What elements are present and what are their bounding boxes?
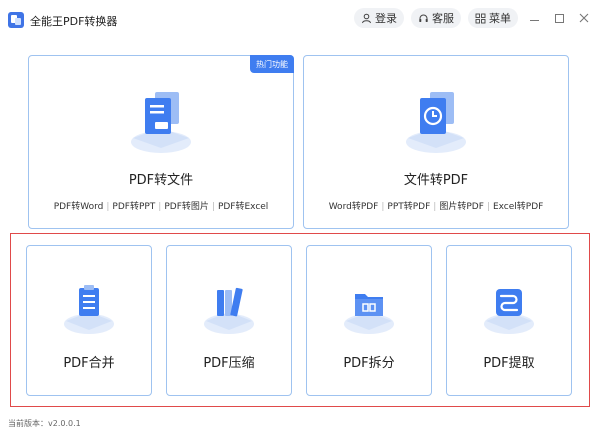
pdf-to-ppt-link[interactable]: PDF转PPT [112, 202, 155, 212]
divider: | [433, 202, 437, 212]
hot-feature-badge: 热门功能 [250, 55, 294, 73]
menu-label: 菜单 [489, 12, 511, 25]
title-bar: 全能王PDF转换器 登录 客服 菜单 [0, 0, 603, 40]
extract-path-icon [479, 278, 539, 338]
close-icon [579, 13, 589, 23]
image-to-pdf-link[interactable]: 图片转PDF [439, 202, 484, 212]
minimize-icon [529, 19, 539, 21]
menu-button[interactable]: 菜单 [468, 8, 518, 28]
pdf-to-word-link[interactable]: PDF转Word [54, 202, 104, 212]
service-label: 客服 [432, 12, 454, 25]
close-button[interactable] [576, 10, 592, 26]
pdf-merge-title: PDF合并 [63, 356, 115, 371]
clipboard-list-icon [59, 278, 119, 338]
file-to-pdf-title: 文件转PDF [403, 173, 469, 188]
maximize-button[interactable] [551, 10, 567, 26]
divider: | [486, 202, 490, 212]
file-to-pdf-options: Word转PDF | PPT转PDF | 图片转PDF | Excel转PDF [304, 199, 568, 212]
divider: | [381, 202, 385, 212]
pdf-to-file-card[interactable]: 热门功能 PDF转文件 PDF转Word | PDF转PPT | PDF转图片 | PDF转… [28, 55, 294, 229]
grid-menu-icon [475, 13, 486, 23]
maximize-icon [554, 13, 564, 23]
service-button[interactable]: 客服 [411, 8, 461, 28]
login-label: 登录 [375, 12, 397, 25]
login-button[interactable]: 登录 [354, 8, 404, 28]
books-icon [199, 278, 259, 338]
app-logo-icon [8, 12, 24, 28]
folder-split-icon [339, 278, 399, 338]
divider: | [211, 202, 215, 212]
pdf-to-file-options: PDF转Word | PDF转PPT | PDF转图片 | PDF转Excel [29, 199, 293, 212]
file-to-pdf-card[interactable]: 文件转PDF Word转PDF | PPT转PDF | 图片转PDF | Excel转PDF [303, 55, 569, 229]
version-label: 当前版本：v2.0.0.1 [8, 419, 81, 428]
pdf-to-excel-link[interactable]: PDF转Excel [218, 202, 268, 212]
pdf-to-image-link[interactable]: PDF转图片 [164, 202, 209, 212]
pdf-extract-card[interactable]: PDF提取 [446, 245, 572, 396]
ppt-to-pdf-link[interactable]: PPT转PDF [387, 202, 430, 212]
pdf-compress-title: PDF压缩 [203, 356, 255, 371]
word-to-pdf-link[interactable]: Word转PDF [329, 202, 379, 212]
minimize-button[interactable] [526, 10, 542, 26]
user-icon [362, 13, 371, 23]
divider: | [158, 202, 162, 212]
app-title: 全能王PDF转换器 [30, 15, 118, 28]
pdf-merge-card[interactable]: PDF合并 [26, 245, 152, 396]
headset-icon [419, 14, 428, 22]
divider: | [106, 202, 110, 212]
file-to-pdf-icon [400, 84, 472, 156]
pdf-to-file-title: PDF转文件 [128, 173, 194, 188]
pdf-split-title: PDF拆分 [343, 356, 395, 371]
pdf-split-card[interactable]: PDF拆分 [306, 245, 432, 396]
excel-to-pdf-link[interactable]: Excel转PDF [493, 202, 543, 212]
pdf-extract-title: PDF提取 [483, 356, 535, 371]
pdf-file-icon [125, 84, 197, 156]
pdf-compress-card[interactable]: PDF压缩 [166, 245, 292, 396]
